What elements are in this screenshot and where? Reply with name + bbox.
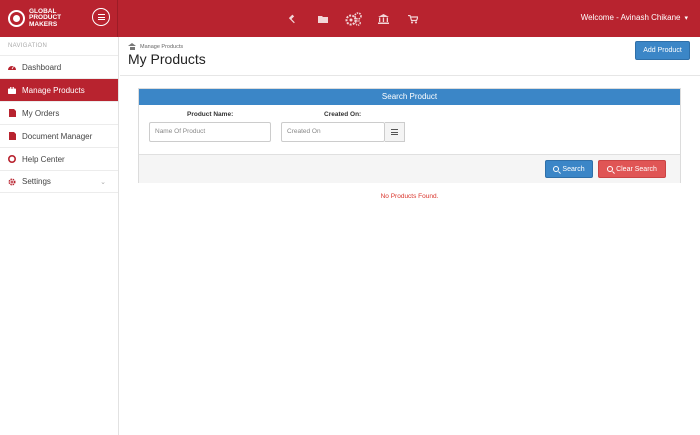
- sidebar-header: NAVIGATION: [8, 43, 48, 49]
- dashboard-icon: [8, 63, 16, 71]
- top-bar: GLOBAL PRODUCT MAKERS Welcome - Avinash …: [0, 0, 700, 37]
- sidebar-item-my-orders[interactable]: My Orders: [0, 101, 118, 124]
- cogs-icon[interactable]: [344, 10, 362, 28]
- top-nav-icons: [284, 10, 434, 28]
- sidebar-item-label: Help Center: [22, 154, 65, 164]
- breadcrumb-item[interactable]: Manage Products: [140, 44, 183, 50]
- lifebuoy-icon: [8, 155, 16, 163]
- panel-title: Search Product: [139, 89, 680, 105]
- search-button[interactable]: Search: [545, 160, 593, 178]
- folder-icon[interactable]: [314, 10, 332, 28]
- document-icon: [8, 132, 16, 140]
- sidebar-item-label: Settings: [22, 177, 51, 186]
- calendar-button[interactable]: [385, 122, 405, 142]
- clear-search-button[interactable]: Clear Search: [598, 160, 666, 178]
- sidebar-item-label: Document Manager: [22, 131, 93, 141]
- search-icon: [553, 166, 560, 172]
- sidebar-item-help-center[interactable]: Help Center: [0, 147, 118, 170]
- orders-icon: [8, 109, 16, 117]
- products-icon: [8, 86, 16, 94]
- panel-footer: Search Clear Search: [139, 154, 680, 183]
- brand-name: GLOBAL PRODUCT MAKERS: [29, 7, 62, 28]
- created-on-label: Created On:: [324, 111, 362, 118]
- brand[interactable]: GLOBAL PRODUCT MAKERS: [0, 0, 118, 37]
- sidebar-item-label: Dashboard: [22, 62, 62, 72]
- home-icon[interactable]: [128, 43, 136, 50]
- search-product-panel: Search Product Product Name: Name Of Pro…: [138, 88, 681, 183]
- page-header: Manage Products My Products Add Product: [120, 37, 700, 76]
- product-name-label: Product Name:: [187, 111, 234, 118]
- page-title: My Products: [128, 51, 206, 67]
- welcome-text: Welcome - Avinash Chikane: [580, 13, 681, 22]
- sidebar-item-label: My Orders: [22, 108, 60, 118]
- globe-logo-icon: [8, 10, 25, 27]
- menu-toggle-button[interactable]: [92, 8, 110, 26]
- search-icon: [607, 166, 614, 172]
- settings-icon: [8, 178, 16, 186]
- bank-icon[interactable]: [374, 10, 392, 28]
- product-name-input[interactable]: Name Of Product: [149, 122, 271, 142]
- created-on-input[interactable]: Created On: [281, 122, 385, 142]
- sidebar-item-dashboard[interactable]: Dashboard: [0, 55, 118, 78]
- add-product-button[interactable]: Add Product: [635, 41, 690, 60]
- cart-icon[interactable]: [404, 10, 422, 28]
- chevron-down-icon: ▾: [684, 14, 688, 22]
- sidebar-item-label: Manage Products: [22, 85, 85, 95]
- chevron-down-icon: ⌄: [100, 178, 106, 186]
- sidebar-item-manage-products[interactable]: Manage Products: [0, 78, 118, 101]
- sidebar-item-document-manager[interactable]: Document Manager: [0, 124, 118, 147]
- breadcrumb: Manage Products: [128, 43, 183, 50]
- gavel-icon[interactable]: [284, 10, 302, 28]
- user-menu[interactable]: Welcome - Avinash Chikane ▾: [581, 13, 688, 22]
- sidebar: NAVIGATION Dashboard Manage Products My …: [0, 37, 119, 435]
- empty-results-message: No Products Found.: [380, 193, 439, 200]
- calendar-icon: [391, 129, 398, 135]
- sidebar-item-settings[interactable]: Settings ⌄: [0, 170, 118, 193]
